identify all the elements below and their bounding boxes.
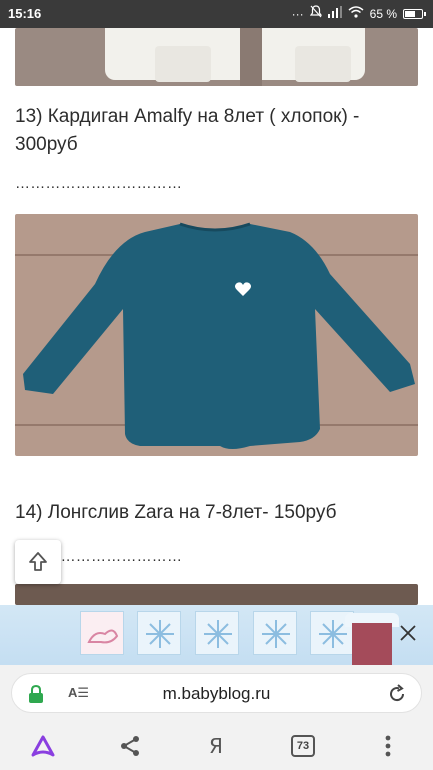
alice-icon [31, 735, 55, 757]
ad-close-button[interactable] [391, 616, 425, 650]
alice-button[interactable] [26, 731, 60, 761]
ad-tile[interactable] [195, 611, 239, 655]
yandex-icon: Я [209, 734, 223, 758]
share-icon [121, 736, 139, 756]
reload-icon[interactable] [387, 684, 407, 709]
post-divider-dots: …………………………… [15, 175, 183, 192]
snowflake-icon [204, 620, 232, 648]
more-dots-icon: ··· [291, 6, 304, 21]
close-icon [400, 625, 416, 641]
ad-banner[interactable] [0, 605, 433, 665]
ad-house [352, 623, 392, 665]
snowflake-icon [146, 620, 174, 648]
wifi-icon [348, 5, 364, 22]
yandex-button[interactable]: Я [202, 731, 230, 761]
address-bar-area: A☰ m.babyblog.ru [0, 665, 433, 721]
white-cardigan-photo[interactable] [15, 28, 418, 86]
ad-tile[interactable] [253, 611, 297, 655]
arrow-up-icon [29, 552, 47, 571]
cardigan-pocket [295, 46, 351, 82]
stork-icon [87, 629, 119, 644]
signal-icon [327, 5, 342, 22]
more-vertical-icon [385, 735, 391, 757]
longsleeve-shirt [23, 222, 415, 449]
post-caption: 14) Лонгслив Zara на 7-8лет- 150руб [15, 502, 337, 523]
menu-button[interactable] [378, 731, 398, 761]
cardigan-pocket [155, 46, 211, 82]
mute-icon [309, 5, 322, 22]
url-text[interactable]: m.babyblog.ru [12, 684, 421, 704]
scroll-to-top-button[interactable] [15, 540, 61, 584]
bottom-navigation: Я 73 [0, 721, 433, 770]
cardigan-opening [240, 28, 262, 86]
battery-text: 65 % [369, 6, 397, 21]
ad-tile[interactable] [137, 611, 181, 655]
share-button[interactable] [116, 731, 144, 761]
snowflake-icon [262, 620, 290, 648]
next-item-photo[interactable] [15, 584, 418, 605]
page-content[interactable]: 13) Кардиган Amalfy на 8лет ( хлопок) - … [0, 28, 433, 605]
status-bar: 15:16 ··· 65 % [0, 0, 433, 28]
tabs-button[interactable]: 73 [288, 731, 318, 761]
battery-icon [403, 8, 426, 19]
status-icons: ··· 65 % [291, 5, 426, 22]
tab-count: 73 [291, 735, 315, 757]
status-time: 15:16 [8, 6, 42, 21]
address-bar[interactable]: A☰ m.babyblog.ru [11, 673, 422, 713]
teal-longsleeve-photo[interactable] [15, 214, 418, 456]
ad-logo-tile[interactable] [80, 611, 124, 655]
post-caption: 13) Кардиган Amalfy на 8лет ( хлопок) - … [15, 106, 360, 155]
